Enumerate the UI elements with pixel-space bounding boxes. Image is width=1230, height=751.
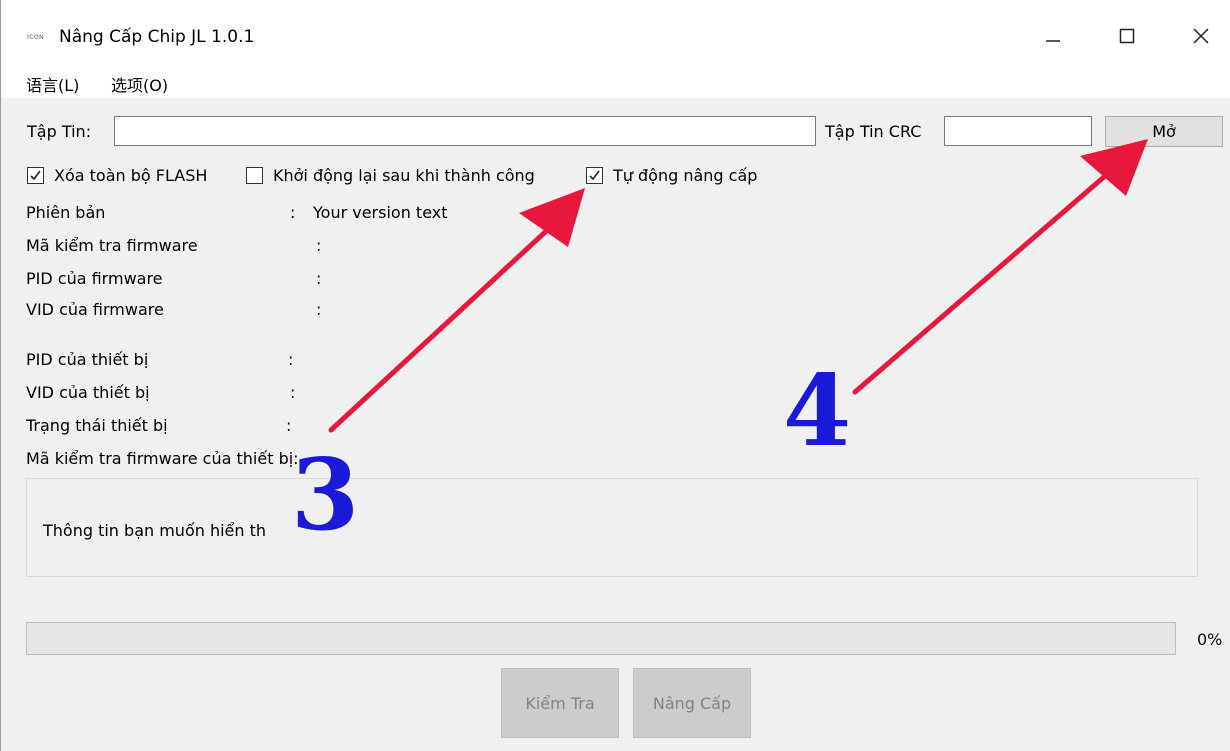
annotation-overlay <box>328 139 1148 433</box>
arrow-step3 <box>328 188 585 433</box>
arrow-step4 <box>852 139 1148 395</box>
step-4-number: 4 <box>783 354 852 469</box>
step-3-number: 3 <box>291 438 360 553</box>
